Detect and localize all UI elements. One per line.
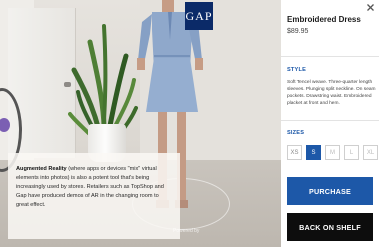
style-description: Soft Tencel weave. Three-quarter length … (287, 80, 376, 106)
size-option-xl[interactable]: XL (363, 145, 378, 160)
style-heading: STYLE (287, 67, 307, 73)
product-title: Embroidered Dress (287, 15, 361, 24)
ar-camera-view: GAP Augmented Reality (where apps or dev… (0, 0, 281, 247)
caption-text: Augmented Reality (where apps or devices… (16, 165, 173, 210)
size-option-l[interactable]: L (344, 145, 359, 160)
gap-logo-text: GAP (185, 8, 213, 23)
powered-by-label: Powered by (173, 228, 200, 234)
product-panel: Embroidered Dress $89.95 STYLE Soft Tenc… (281, 0, 379, 247)
back-on-shelf-button[interactable]: BACK ON SHELF (287, 213, 373, 241)
purchase-button[interactable]: PURCHASE (287, 177, 373, 205)
caption-body: (where apps or devices "mix" virtual ele… (16, 166, 164, 209)
size-option-s[interactable]: S (306, 145, 321, 160)
divider (281, 120, 379, 121)
size-option-xs[interactable]: XS (287, 145, 302, 160)
close-icon[interactable] (366, 3, 375, 12)
size-option-m[interactable]: M (325, 145, 340, 160)
product-price: $89.95 (287, 28, 309, 35)
gap-logo: GAP (185, 2, 213, 30)
size-selector: XS S M L XL (287, 145, 378, 160)
divider (281, 56, 379, 57)
sizes-heading: SIZES (287, 130, 305, 136)
info-caption: Augmented Reality (where apps or devices… (8, 153, 180, 239)
caption-term: Augmented Reality (16, 166, 67, 172)
